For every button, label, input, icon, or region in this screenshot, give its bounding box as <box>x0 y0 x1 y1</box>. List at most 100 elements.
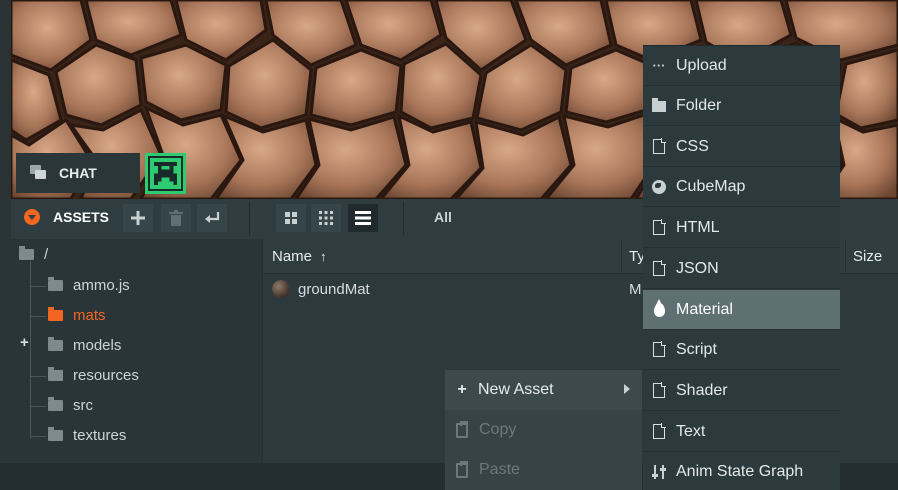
user-avatar[interactable] <box>145 153 186 194</box>
folder-icon <box>48 426 63 441</box>
column-header-size[interactable]: Size <box>853 248 882 265</box>
expand-plus-icon[interactable]: + <box>20 334 29 351</box>
grid-large-icon <box>285 212 297 224</box>
column-divider[interactable] <box>621 239 622 274</box>
tree-branch <box>31 436 46 437</box>
column-header-name[interactable]: Name ↑ <box>272 248 327 265</box>
tree-item-resources[interactable]: resources <box>48 364 139 386</box>
document-icon <box>652 341 666 358</box>
tree-item-src[interactable]: src <box>48 394 93 416</box>
go-up-button[interactable] <box>197 204 227 232</box>
chat-button[interactable]: CHAT <box>16 153 140 193</box>
submenu-item-shader[interactable]: Shader <box>643 371 840 411</box>
menu-item-new-asset[interactable]: + New Asset <box>445 370 642 410</box>
tree-item-root[interactable]: / <box>19 243 48 265</box>
menu-item-copy[interactable]: Copy <box>445 410 642 450</box>
tree-branch <box>31 316 46 317</box>
tree-item-label: ammo.js <box>73 276 130 294</box>
submenu-item-html[interactable]: HTML <box>643 208 840 248</box>
document-icon <box>652 423 666 440</box>
view-grid-large-button[interactable] <box>276 204 306 232</box>
submenu-item-folder[interactable]: Folder <box>643 86 840 126</box>
editor-window: CHAT ASSETS All / ammo.js mats + models … <box>0 0 898 490</box>
tree-branch <box>31 406 46 407</box>
submenu-item-label: Upload <box>676 56 727 74</box>
menu-item-label: New Asset <box>478 381 554 398</box>
clipboard-check-icon <box>456 460 468 478</box>
tree-item-label: mats <box>73 306 106 324</box>
context-menu: + New Asset Copy Paste <box>445 370 642 490</box>
tree-item-label: models <box>73 336 122 354</box>
chat-bubbles-icon <box>30 165 46 181</box>
material-thumbnail-icon <box>272 280 290 298</box>
plus-icon: + <box>457 381 467 398</box>
ellipsis-icon: ··· <box>652 58 666 73</box>
collapse-chevron-icon[interactable] <box>24 209 40 225</box>
asset-type: M <box>629 281 642 298</box>
new-asset-submenu: ··· Upload Folder CSS CubeMap HTML JSON … <box>643 45 840 490</box>
tree-item-label: resources <box>73 366 139 384</box>
plus-icon <box>131 211 145 225</box>
tree-item-ammo-js[interactable]: ammo.js <box>48 274 130 296</box>
tree-guide-line <box>30 261 31 439</box>
document-icon <box>652 382 666 399</box>
delete-asset-button[interactable] <box>161 204 191 232</box>
assets-title-label: ASSETS <box>53 209 110 225</box>
tree-branch <box>31 376 46 377</box>
folder-icon <box>19 245 34 260</box>
tree-item-textures[interactable]: textures <box>48 424 126 446</box>
panel-edge <box>0 239 11 463</box>
document-icon <box>652 260 666 277</box>
menu-item-label: Copy <box>479 421 517 438</box>
folder-icon <box>48 336 63 351</box>
tree-item-mats[interactable]: mats <box>48 304 106 326</box>
folder-icon <box>652 98 666 114</box>
sliders-icon <box>652 464 666 480</box>
pixel-avatar-icon <box>150 158 181 189</box>
column-name-label: Name <box>272 248 313 265</box>
column-divider[interactable] <box>845 239 846 274</box>
globe-icon <box>652 179 666 195</box>
add-asset-button[interactable] <box>123 204 153 232</box>
submenu-item-label: Text <box>676 422 706 440</box>
submenu-item-upload[interactable]: ··· Upload <box>643 46 840 86</box>
submenu-item-label: Shader <box>676 381 728 399</box>
submenu-item-css[interactable]: CSS <box>643 127 840 167</box>
submenu-item-json[interactable]: JSON <box>643 249 840 289</box>
folder-icon <box>48 396 63 411</box>
chat-label: CHAT <box>59 165 97 181</box>
submenu-arrow-icon <box>624 384 630 394</box>
folder-tree: / ammo.js mats + models resources src te… <box>11 239 262 463</box>
asset-type-filter[interactable]: All <box>434 209 452 225</box>
submenu-item-label: Anim State Graph <box>676 462 804 480</box>
submenu-item-cubemap[interactable]: CubeMap <box>643 167 840 207</box>
tree-branch <box>31 286 46 287</box>
grid-small-icon <box>319 211 333 225</box>
submenu-item-label: JSON <box>676 259 719 277</box>
list-icon <box>355 211 371 225</box>
return-icon <box>205 212 220 223</box>
folder-icon <box>48 306 63 321</box>
submenu-item-material[interactable]: Material <box>643 290 840 330</box>
toolbar-divider <box>403 202 404 236</box>
viewport-edge <box>0 0 11 199</box>
view-grid-small-button[interactable] <box>311 204 341 232</box>
trash-icon <box>169 210 183 226</box>
submenu-item-script[interactable]: Script <box>643 330 840 370</box>
submenu-item-label: Material <box>676 300 733 318</box>
menu-item-paste[interactable]: Paste <box>445 450 642 490</box>
submenu-item-label: Folder <box>676 96 722 114</box>
sort-ascending-icon: ↑ <box>320 249 327 264</box>
view-list-button[interactable] <box>348 204 378 232</box>
menu-item-label: Paste <box>479 461 520 478</box>
asset-name: groundMat <box>298 281 370 298</box>
submenu-item-anim-state-graph[interactable]: Anim State Graph <box>643 452 840 490</box>
tree-item-label: src <box>73 396 93 414</box>
tree-item-label: / <box>44 245 49 263</box>
document-icon <box>652 138 666 155</box>
submenu-item-text[interactable]: Text <box>643 412 840 452</box>
droplet-icon <box>652 298 666 318</box>
assets-title[interactable]: ASSETS <box>24 209 109 225</box>
toolbar-divider <box>249 202 250 236</box>
tree-item-models[interactable]: models <box>48 334 121 356</box>
